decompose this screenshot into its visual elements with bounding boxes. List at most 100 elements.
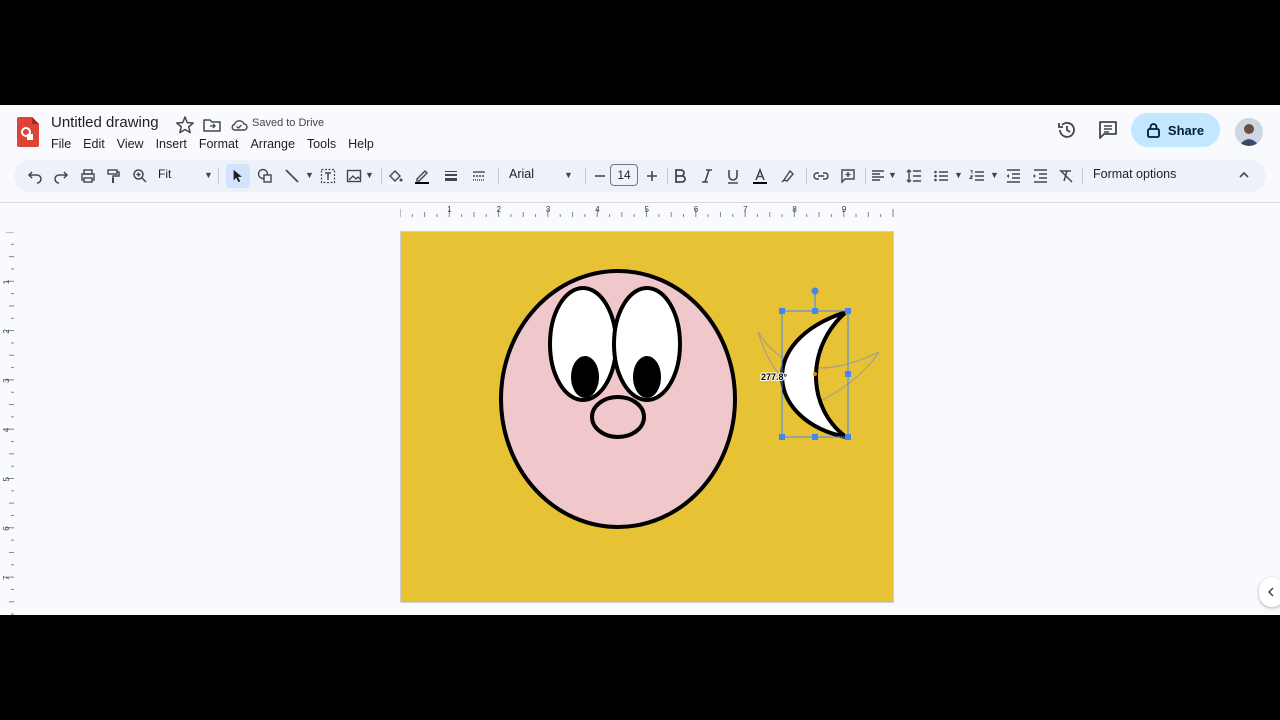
- select-tool-button[interactable]: [226, 164, 250, 188]
- menu-edit[interactable]: Edit: [83, 135, 110, 153]
- ruler-label: 3: [2, 378, 11, 383]
- menu-tools[interactable]: Tools: [307, 135, 341, 153]
- version-history-icon[interactable]: [1056, 119, 1078, 141]
- insert-link-button[interactable]: [811, 166, 831, 186]
- redo-button[interactable]: [51, 166, 71, 186]
- undo-button[interactable]: [25, 166, 45, 186]
- text-box-button[interactable]: [318, 166, 338, 186]
- redo-icon: [54, 171, 69, 184]
- toolbar-divider: [381, 168, 382, 184]
- font-size-input[interactable]: 14: [610, 164, 638, 186]
- text-box-icon: [320, 168, 336, 184]
- shape-tool-button[interactable]: [255, 166, 275, 186]
- resize-handle-ne[interactable]: [845, 308, 851, 314]
- save-status: Saved to Drive: [252, 117, 325, 129]
- print-button[interactable]: [78, 166, 98, 186]
- format-options-button[interactable]: Format options: [1093, 167, 1176, 181]
- document-title[interactable]: Untitled drawing: [51, 114, 159, 131]
- resize-handle-se[interactable]: [845, 434, 851, 440]
- vertical-ruler[interactable]: 1 2 3 4 5 6 7: [2, 232, 14, 615]
- menu-bar: File Edit View Insert Format Arrange Too…: [51, 135, 386, 153]
- bulleted-list-button[interactable]: [931, 166, 951, 186]
- zoom-icon: [133, 169, 147, 183]
- share-button[interactable]: Share: [1131, 113, 1220, 147]
- highlight-color-button[interactable]: [778, 166, 798, 186]
- zoom-select[interactable]: Fit: [158, 167, 171, 181]
- zoom-dropdown-icon[interactable]: ▼: [204, 170, 213, 180]
- image-dropdown-icon[interactable]: ▼: [365, 170, 374, 180]
- underline-button[interactable]: [723, 166, 743, 186]
- plus-icon: [647, 171, 657, 181]
- line-tool-button[interactable]: [282, 166, 302, 186]
- drawing-canvas[interactable]: 277.8°: [400, 231, 894, 603]
- rotation-handle[interactable]: [811, 287, 819, 295]
- nose-shape[interactable]: [590, 395, 646, 439]
- link-icon: [813, 172, 829, 180]
- paint-format-button[interactable]: [103, 166, 123, 186]
- ruler-label: 6: [2, 526, 11, 531]
- numbered-list-button[interactable]: [967, 166, 987, 186]
- fill-color-button[interactable]: [385, 166, 405, 186]
- avatar-image-icon: [1235, 118, 1263, 146]
- resize-handle-e[interactable]: [845, 371, 851, 377]
- increase-font-size-button[interactable]: [642, 166, 662, 186]
- ruler-label: 5: [2, 477, 11, 482]
- insert-image-button[interactable]: [344, 166, 364, 186]
- resize-handle-n[interactable]: [812, 308, 818, 314]
- side-panel-toggle[interactable]: [1259, 577, 1280, 607]
- toolbar-divider: [1082, 168, 1083, 184]
- border-dash-button[interactable]: [469, 166, 489, 186]
- align-dropdown-icon[interactable]: ▼: [888, 170, 897, 180]
- menu-help[interactable]: Help: [348, 135, 379, 153]
- clear-formatting-button[interactable]: [1056, 166, 1076, 186]
- comments-icon[interactable]: [1097, 119, 1119, 141]
- right-pupil-shape[interactable]: [633, 356, 661, 398]
- horizontal-ruler[interactable]: 1 2 3 4 5 6 7 8 9: [400, 205, 894, 217]
- increase-indent-button[interactable]: [1030, 166, 1050, 186]
- ruler-label: 6: [694, 205, 699, 214]
- menu-file[interactable]: File: [51, 135, 76, 153]
- resize-handle-sw[interactable]: [779, 434, 785, 440]
- line-spacing-icon: [906, 169, 921, 183]
- bold-button[interactable]: [670, 166, 690, 186]
- font-family-select[interactable]: Arial: [509, 167, 534, 181]
- toolbar-divider: [585, 168, 586, 184]
- resize-handle-s[interactable]: [812, 434, 818, 440]
- menu-insert[interactable]: Insert: [156, 135, 192, 153]
- chevron-up-icon[interactable]: [1236, 167, 1252, 183]
- account-avatar[interactable]: [1235, 118, 1263, 146]
- border-weight-button[interactable]: [441, 166, 461, 186]
- add-comment-button[interactable]: [838, 166, 858, 186]
- ruler-label: 2: [2, 329, 11, 334]
- line-spacing-button[interactable]: [904, 166, 924, 186]
- minus-icon: [595, 175, 605, 177]
- resize-handle-nw[interactable]: [779, 308, 785, 314]
- numbered-dropdown-icon[interactable]: ▼: [990, 170, 999, 180]
- menu-view[interactable]: View: [117, 135, 149, 153]
- star-icon[interactable]: [175, 115, 195, 135]
- border-color-button[interactable]: [412, 166, 432, 186]
- align-button[interactable]: [868, 166, 888, 186]
- toolbar-divider: [498, 168, 499, 184]
- bullet-dropdown-icon[interactable]: ▼: [954, 170, 963, 180]
- menu-format[interactable]: Format: [199, 135, 244, 153]
- ruler-label: 7: [743, 205, 748, 214]
- move-folder-icon[interactable]: [202, 115, 222, 135]
- decrease-indent-button[interactable]: [1003, 166, 1023, 186]
- pen-icon: [415, 170, 429, 184]
- lock-icon: [1147, 122, 1160, 138]
- paint-format-icon: [107, 169, 120, 183]
- text-color-button[interactable]: [750, 166, 770, 186]
- font-dropdown-icon[interactable]: ▼: [564, 170, 573, 180]
- chevron-left-icon: [1267, 587, 1274, 597]
- zoom-button[interactable]: [130, 166, 150, 186]
- menu-arrange[interactable]: Arrange: [250, 135, 299, 153]
- line-dropdown-icon[interactable]: ▼: [305, 170, 314, 180]
- ruler-label: 9: [842, 205, 847, 214]
- center-point: [813, 372, 817, 376]
- decrease-font-size-button[interactable]: [590, 166, 610, 186]
- left-pupil-shape[interactable]: [571, 356, 599, 398]
- paint-bucket-icon: [388, 170, 403, 184]
- italic-button[interactable]: [697, 166, 717, 186]
- drawings-logo-icon[interactable]: [17, 117, 39, 147]
